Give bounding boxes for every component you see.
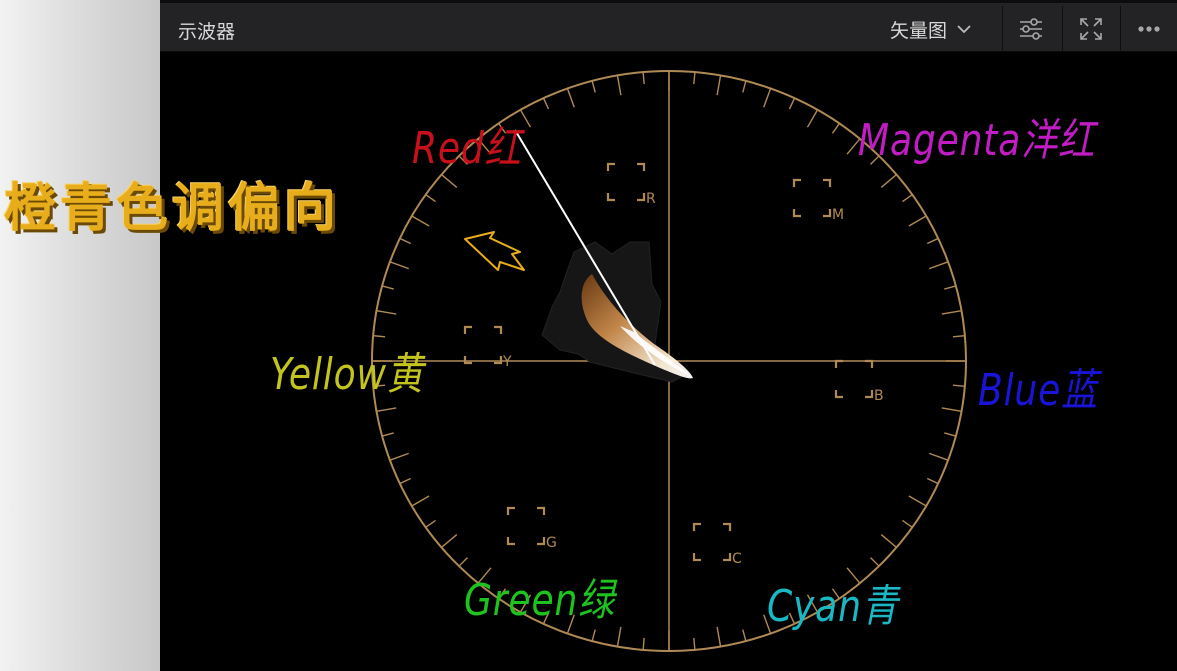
- target-label-m: M: [832, 207, 844, 223]
- graticule-tick: [642, 637, 645, 650]
- target-box-y: [463, 325, 503, 365]
- direction-arrow-icon: [464, 231, 525, 271]
- graticule-tick: [944, 285, 957, 290]
- graticule-tick: [902, 194, 913, 203]
- graticule-tick: [927, 477, 939, 485]
- graticule-tick: [880, 174, 897, 188]
- left-panel: [0, 0, 160, 671]
- graticule-tick: [927, 237, 939, 245]
- graticule-tick: [941, 309, 962, 315]
- target-label-b: B: [874, 388, 884, 404]
- graticule-tick: [693, 72, 696, 85]
- graticule-tick: [389, 261, 409, 270]
- target-box-g: [506, 506, 546, 546]
- graticule-tick: [399, 477, 411, 485]
- vectorscope-area: R M B C G Y Red红 Magenta洋红 Yellow黄 Blue蓝 Gree…: [160, 52, 1177, 671]
- target-box-b: [834, 359, 874, 399]
- settings-sliders-icon: [1020, 18, 1042, 40]
- graticule-tick: [441, 174, 458, 188]
- graticule-tick: [616, 626, 622, 647]
- graticule-tick: [376, 309, 397, 315]
- graticule-tick: [693, 637, 696, 650]
- graticule-tick: [376, 407, 397, 413]
- graticule-tick: [616, 75, 622, 96]
- graticule-tick: [591, 80, 596, 93]
- scope-window: 示波器 矢量图 R M B C G Y Red红 Magenta洋红 Yello…: [160, 0, 1177, 671]
- graticule-tick: [831, 123, 840, 134]
- more-options-icon: [1138, 26, 1160, 32]
- graticule-tick: [742, 629, 747, 642]
- target-box-m: [792, 178, 832, 218]
- orange-teal-caption: 橙青色调偏向: [4, 179, 341, 239]
- graticule-tick: [870, 557, 880, 567]
- chevron-down-icon: [957, 25, 971, 34]
- red-label: Red红: [412, 123, 522, 174]
- green-label: Green绿: [464, 575, 616, 626]
- graticule-tick: [716, 75, 722, 96]
- graticule-tick: [642, 72, 645, 85]
- graticule-tick: [788, 97, 796, 110]
- blue-label: Blue蓝: [978, 365, 1099, 416]
- graticule-tick: [411, 215, 430, 227]
- target-label-y: Y: [502, 354, 512, 370]
- target-box-r: [606, 162, 646, 202]
- graticule-tick: [929, 261, 949, 270]
- scope-settings-button[interactable]: [1002, 6, 1059, 52]
- graticule-tick: [399, 237, 411, 245]
- graticule-tick: [952, 384, 965, 387]
- scope-mode-dropdown[interactable]: 矢量图: [890, 15, 973, 43]
- graticule-tick: [425, 194, 436, 203]
- graticule-tick: [806, 109, 819, 128]
- scope-mode-label: 矢量图: [890, 19, 948, 42]
- graticule-tick: [441, 534, 458, 548]
- target-label-c: C: [732, 551, 742, 567]
- graticule-tick: [908, 495, 927, 507]
- target-box-c: [692, 522, 732, 562]
- graticule-tick: [742, 80, 747, 93]
- graticule-tick: [542, 97, 550, 110]
- scope-fullscreen-button[interactable]: [1062, 6, 1119, 52]
- graticule-tick: [929, 452, 949, 461]
- graticule-tick: [591, 629, 596, 642]
- fullscreen-icon: [1080, 18, 1102, 40]
- graticule-tick: [381, 285, 394, 290]
- cyan-label: Cyan青: [767, 581, 899, 632]
- graticule-tick: [941, 407, 962, 413]
- graticule-tick: [389, 452, 409, 461]
- target-label-r: R: [646, 191, 656, 207]
- graticule-tick: [763, 88, 772, 108]
- graticule-tick: [908, 215, 927, 227]
- graticule-tick: [381, 432, 394, 437]
- graticule-tick: [373, 335, 386, 338]
- magenta-label: Magenta洋红: [858, 115, 1096, 166]
- graticule-tick: [880, 534, 897, 548]
- graticule-tick: [566, 88, 575, 108]
- graticule-tick: [411, 495, 430, 507]
- scope-title: 示波器: [178, 21, 236, 43]
- graticule-tick: [944, 432, 957, 437]
- graticule-tick: [952, 335, 965, 338]
- yellow-label: Yellow黄: [270, 349, 424, 400]
- graticule-tick: [716, 626, 722, 647]
- target-label-g: G: [546, 535, 557, 551]
- scope-more-button[interactable]: [1120, 6, 1177, 52]
- scope-titlebar: 示波器 矢量图: [160, 0, 1177, 52]
- graticule-tick: [519, 109, 532, 128]
- graticule-tick: [902, 519, 913, 528]
- graticule-tick: [425, 519, 436, 528]
